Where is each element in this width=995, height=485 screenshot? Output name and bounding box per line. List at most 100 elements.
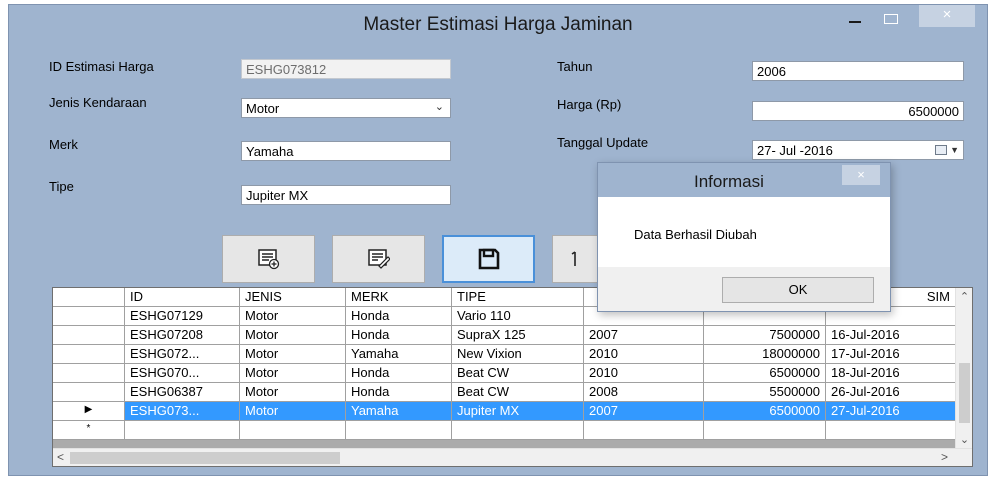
horizontal-scrollbar[interactable]: < > xyxy=(53,448,972,466)
table-cell[interactable] xyxy=(704,421,826,440)
table-cell[interactable]: ESHG070... xyxy=(125,364,240,383)
tahun-field[interactable]: 2006 xyxy=(752,61,964,81)
jenis-kendaraan-label: Jenis Kendaraan xyxy=(49,95,147,110)
table-cell[interactable] xyxy=(452,421,584,440)
window-title: Master Estimasi Harga Jaminan xyxy=(363,14,633,35)
table-cell[interactable]: Jupiter MX xyxy=(452,402,584,421)
ok-button[interactable]: OK xyxy=(722,277,874,303)
row-header[interactable] xyxy=(53,345,125,364)
table-cell[interactable]: 17-Jul-2016 xyxy=(826,345,956,364)
table-cell[interactable]: 16-Jul-2016 xyxy=(826,326,956,345)
row-header-corner xyxy=(53,288,125,307)
table-cell[interactable]: 6500000 xyxy=(704,364,826,383)
table-row[interactable]: ESHG07208 Motor Honda SupraX 125 2007 7500000… xyxy=(53,326,956,345)
table-cell[interactable]: 27-Jul-2016 xyxy=(826,402,956,421)
maximize-button[interactable] xyxy=(881,12,899,26)
delete-icon xyxy=(571,251,576,266)
table-row[interactable]: ESHG070... Motor Honda Beat CW 2010 6500000 18… xyxy=(53,364,956,383)
scroll-right-icon[interactable]: > xyxy=(941,450,948,464)
table-cell[interactable]: Honda xyxy=(346,364,452,383)
table-row[interactable]: ESHG072... Motor Yamaha New Vixion 2010 18000… xyxy=(53,345,956,364)
dialog-footer: OK xyxy=(598,267,890,311)
table-cell[interactable]: ESHG073... xyxy=(125,402,240,421)
table-cell[interactable]: SupraX 125 xyxy=(452,326,584,345)
table-cell[interactable]: ESHG07208 xyxy=(125,326,240,345)
row-header[interactable] xyxy=(53,364,125,383)
scroll-down-icon[interactable]: ⌄ xyxy=(956,433,972,446)
new-row[interactable]: * xyxy=(53,421,956,440)
table-cell[interactable] xyxy=(826,421,956,440)
row-header[interactable] xyxy=(53,307,125,326)
table-cell[interactable]: 2007 xyxy=(584,402,704,421)
table-cell[interactable] xyxy=(125,421,240,440)
minimize-button[interactable] xyxy=(846,11,866,31)
table-cell[interactable]: 6500000 xyxy=(704,402,826,421)
scroll-left-icon[interactable]: < xyxy=(57,450,64,464)
table-cell[interactable]: 18000000 xyxy=(704,345,826,364)
table-cell[interactable]: Honda xyxy=(346,307,452,326)
table-cell[interactable]: Yamaha xyxy=(346,345,452,364)
title-bar[interactable]: Master Estimasi Harga Jaminan × xyxy=(9,5,987,43)
harga-field[interactable]: 6500000 xyxy=(752,101,964,121)
table-cell[interactable]: 2010 xyxy=(584,364,704,383)
table-cell[interactable]: 5500000 xyxy=(704,383,826,402)
row-header[interactable] xyxy=(53,383,125,402)
table-cell[interactable]: Vario 110 xyxy=(452,307,584,326)
row-header[interactable] xyxy=(53,326,125,345)
dialog-title: Informasi xyxy=(694,172,764,191)
table-cell[interactable] xyxy=(346,421,452,440)
table-cell[interactable]: ESHG06387 xyxy=(125,383,240,402)
merk-field[interactable]: Yamaha xyxy=(241,141,451,161)
id-estimasi-field[interactable]: ESHG073812 xyxy=(241,59,451,79)
scroll-up-icon[interactable]: ⌃ xyxy=(956,290,972,303)
table-cell[interactable]: New Vixion xyxy=(452,345,584,364)
table-cell[interactable]: Beat CW xyxy=(452,364,584,383)
table-cell[interactable]: Motor xyxy=(240,345,346,364)
table-cell[interactable]: 2007 xyxy=(584,326,704,345)
tanggal-update-value: 27- Jul -2016 xyxy=(757,143,833,158)
delete-button[interactable] xyxy=(552,235,598,283)
informasi-dialog: Informasi × Data Berhasil Diubah OK xyxy=(597,162,891,312)
close-button[interactable]: × xyxy=(919,5,975,27)
column-header[interactable]: MERK xyxy=(346,288,452,307)
column-header[interactable]: ID xyxy=(125,288,240,307)
column-header[interactable]: JENIS xyxy=(240,288,346,307)
table-cell[interactable]: Motor xyxy=(240,383,346,402)
table-cell[interactable]: Honda xyxy=(346,326,452,345)
save-button[interactable] xyxy=(442,235,535,283)
vertical-scrollbar[interactable]: ⌃ ⌄ xyxy=(955,288,972,448)
table-cell[interactable]: Motor xyxy=(240,364,346,383)
vertical-scroll-thumb[interactable] xyxy=(959,363,970,423)
table-cell[interactable]: 2010 xyxy=(584,345,704,364)
dialog-message: Data Berhasil Diubah xyxy=(634,227,757,242)
table-cell[interactable]: Motor xyxy=(240,402,346,421)
table-cell[interactable]: 18-Jul-2016 xyxy=(826,364,956,383)
table-cell[interactable]: Beat CW xyxy=(452,383,584,402)
tanggal-update-picker[interactable]: 27- Jul -2016 ▼ xyxy=(752,140,964,160)
add-button[interactable] xyxy=(222,235,315,283)
table-cell[interactable]: ESHG07129 xyxy=(125,307,240,326)
table-cell[interactable]: Yamaha xyxy=(346,402,452,421)
estimasi-grid[interactable]: ID JENIS MERK TIPE SIM ESHG07129 Motor Hon… xyxy=(52,287,973,467)
table-cell[interactable]: Motor xyxy=(240,326,346,345)
table-cell[interactable] xyxy=(584,421,704,440)
table-cell[interactable]: 2008 xyxy=(584,383,704,402)
table-row[interactable]: ▶ ESHG073... Motor Yamaha Jupiter MX 2007 6500… xyxy=(53,402,956,421)
tipe-field[interactable]: Jupiter MX xyxy=(241,185,451,205)
table-row[interactable]: ESHG06387 Motor Honda Beat CW 2008 5500000 26-… xyxy=(53,383,956,402)
dialog-close-button[interactable]: × xyxy=(842,165,880,185)
horizontal-scroll-thumb[interactable] xyxy=(70,452,340,464)
jenis-kendaraan-select[interactable]: Motor ⌄ xyxy=(241,98,451,118)
table-cell[interactable]: 26-Jul-2016 xyxy=(826,383,956,402)
table-cell[interactable]: Motor xyxy=(240,307,346,326)
table-cell[interactable]: ESHG072... xyxy=(125,345,240,364)
column-header[interactable]: TIPE xyxy=(452,288,584,307)
table-cell[interactable]: Honda xyxy=(346,383,452,402)
table-cell[interactable]: 7500000 xyxy=(704,326,826,345)
table-cell[interactable] xyxy=(240,421,346,440)
edit-button[interactable] xyxy=(332,235,425,283)
id-estimasi-label: ID Estimasi Harga xyxy=(49,59,154,74)
new-row-marker[interactable]: * xyxy=(53,421,125,440)
row-header[interactable]: ▶ xyxy=(53,402,125,421)
dialog-title-bar[interactable]: Informasi × xyxy=(598,163,890,197)
